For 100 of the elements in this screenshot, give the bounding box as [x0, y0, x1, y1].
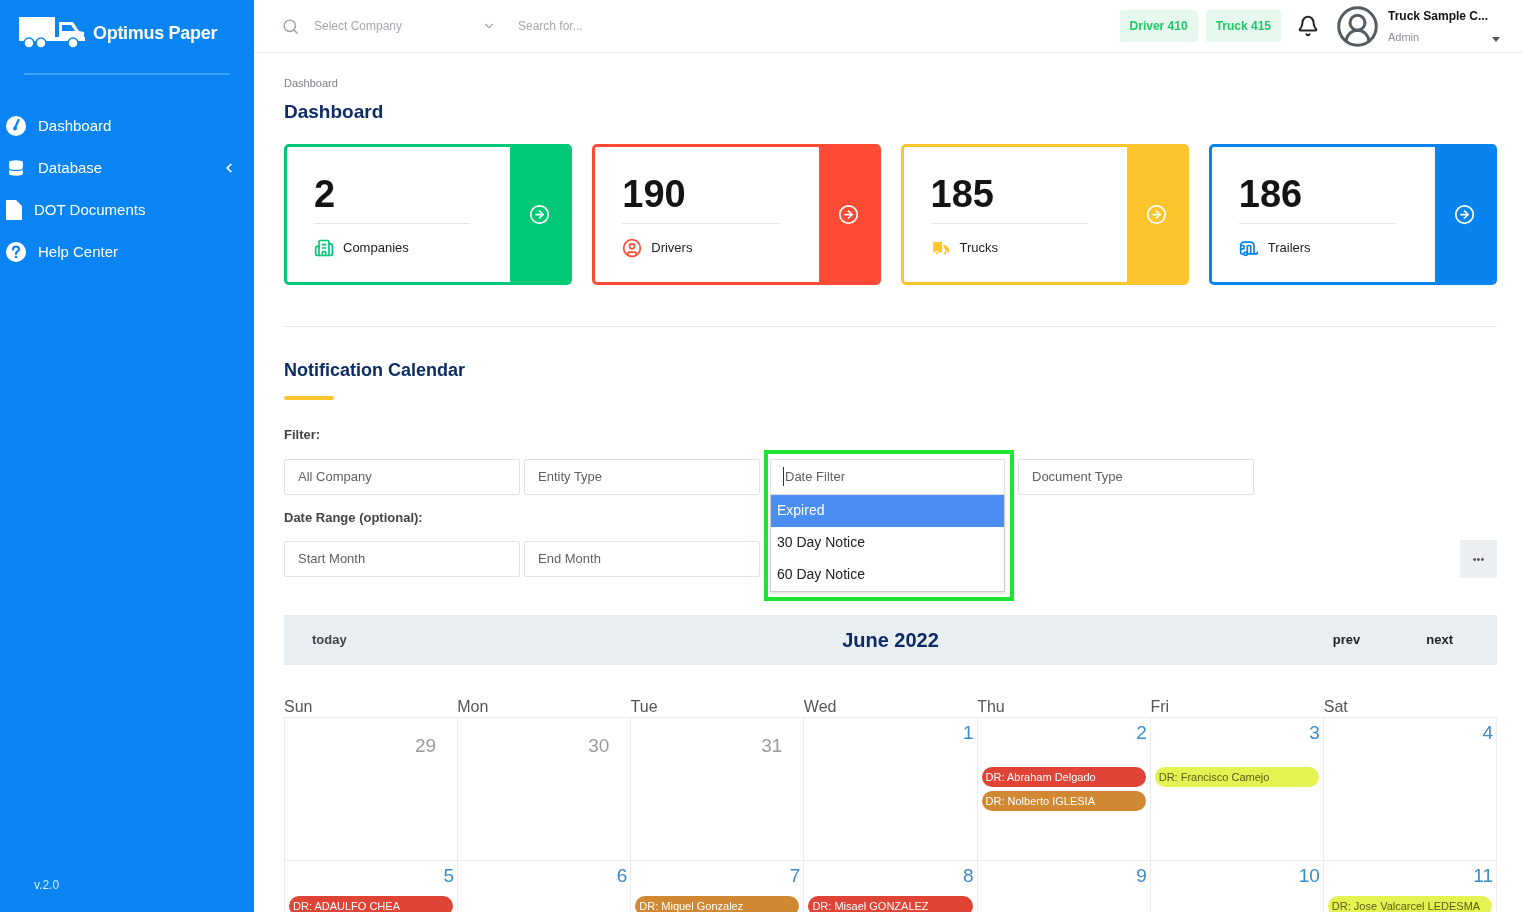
page-title: Dashboard [284, 99, 385, 124]
day-number: 11 [1473, 864, 1494, 888]
arrow-right-icon [1454, 204, 1475, 225]
day-cell[interactable]: 4 [1323, 718, 1497, 861]
stat-card[interactable]: 2 Companies [284, 144, 573, 285]
breadcrumb: Dashboard [284, 76, 339, 91]
day-cell[interactable]: 7 DR: Miquel Gonzalez [631, 861, 805, 912]
stat-side-panel[interactable] [818, 147, 878, 282]
filter-select[interactable]: Document Type [1018, 458, 1254, 495]
dropdown-option[interactable]: 60 Day Notice [771, 558, 1004, 591]
stat-label: Trucks [959, 239, 999, 258]
day-cell[interactable]: 29 [285, 718, 459, 861]
arrow-right-icon [837, 204, 859, 225]
day-number: 7 [789, 864, 802, 888]
truck-icon [930, 238, 951, 258]
sidebar-item[interactable]: Dashboard [0, 105, 254, 147]
building-icon [314, 238, 334, 258]
day-cell[interactable]: 8 DR: Misael GONZALEZ [804, 861, 978, 912]
event-chip[interactable]: DR: ADAULFO CHEA [289, 896, 454, 912]
today-button[interactable]: today [312, 630, 347, 650]
date-range-label: Date Range (optional): [284, 508, 423, 527]
day-cell[interactable]: 30 [458, 718, 632, 861]
month-field[interactable]: End Month [524, 541, 760, 577]
event-chip[interactable]: DR: Abraham Delgado [981, 767, 1146, 787]
day-cell[interactable]: 5 DR: ADAULFO CHEA [285, 861, 459, 912]
stat-value: 185 [930, 172, 995, 217]
weekday-label: Sun [284, 697, 314, 717]
database-icon [6, 158, 26, 178]
weekday-label: Sat [1323, 697, 1349, 717]
user-role: Admin [1388, 29, 1420, 45]
stat-label: Companies [343, 239, 409, 258]
day-number: 29 [415, 734, 438, 758]
avatar-icon[interactable] [1335, 3, 1380, 49]
sidebar-item[interactable]: DOT Documents [0, 189, 254, 231]
bell-icon[interactable] [1297, 15, 1319, 37]
logo-text: Optimus Paper [93, 21, 218, 45]
day-cell[interactable]: 31 [631, 718, 805, 861]
event-chip[interactable]: DR: Nolberto IGLESIA [981, 791, 1146, 811]
day-cell[interactable]: 6 [458, 861, 632, 912]
event-chip[interactable]: DR: Miquel Gonzalez [635, 896, 800, 912]
day-cell[interactable]: 10 [1150, 861, 1324, 912]
search-field[interactable]: Search for... [518, 17, 818, 35]
event-chip[interactable]: DR: Francisco Camejo [1154, 767, 1319, 787]
day-number: 8 [963, 864, 975, 888]
gauge-icon [6, 116, 26, 136]
stat-label: Drivers [651, 239, 693, 258]
filter-select[interactable]: Entity Type [524, 458, 760, 495]
stat-value: 2 [314, 172, 337, 217]
sidebar-item[interactable]: Help Center [0, 231, 254, 273]
sidebar-item[interactable]: Database [0, 147, 254, 189]
day-number: 5 [443, 864, 456, 888]
stat-value: 190 [622, 172, 687, 217]
weekday-label: Thu [977, 697, 1006, 717]
date-filter-field[interactable]: Date Filter [770, 458, 1005, 495]
caravan-icon [1238, 238, 1259, 258]
document-icon [6, 200, 22, 220]
day-cell[interactable]: 2 DR: Abraham Delgado DR: Nolberto IGLESIA [977, 718, 1151, 861]
filter-select[interactable]: All Company [284, 458, 520, 495]
weekday-label: Mon [457, 697, 490, 717]
more-button[interactable]: ••• [1460, 540, 1497, 578]
next-button[interactable]: next [1426, 630, 1453, 650]
stat-value: 186 [1238, 172, 1304, 217]
calendar-title: June 2022 [842, 628, 939, 653]
caret-icon[interactable] [1492, 36, 1500, 42]
day-number: 31 [761, 734, 784, 758]
day-cell[interactable]: 11 DR: Jose Valcarcel LEDESMA [1323, 861, 1497, 912]
day-number: 3 [1309, 721, 1321, 745]
arrow-right-icon [1145, 204, 1167, 225]
day-number: 1 [963, 721, 975, 745]
user-icon [622, 238, 643, 258]
user-name: Truck Sample C... [1388, 7, 1490, 25]
dropdown-option[interactable]: 30 Day Notice [771, 526, 1004, 559]
stat-card[interactable]: 186 Trailers [1208, 144, 1497, 285]
truck-logo-icon [19, 17, 85, 49]
section-title: Notification Calendar [284, 359, 467, 382]
day-number: 4 [1482, 721, 1494, 745]
prev-button[interactable]: prev [1332, 630, 1361, 650]
dropdown-option[interactable]: Expired [771, 494, 1004, 527]
day-cell[interactable]: 3 DR: Francisco Camejo [1150, 718, 1324, 861]
month-field[interactable]: Start Month [284, 541, 520, 577]
title-underline [284, 396, 334, 400]
event-chip[interactable]: DR: Misael GONZALEZ [808, 896, 973, 912]
day-number: 9 [1136, 864, 1148, 888]
day-number: 10 [1298, 864, 1321, 888]
stat-card[interactable]: 190 Drivers [592, 144, 881, 285]
arrow-right-icon [529, 204, 551, 225]
weekday-label: Fri [1150, 697, 1171, 717]
filter-label: Filter: [284, 426, 321, 444]
day-cell[interactable]: 1 [804, 718, 978, 861]
day-number: 6 [616, 864, 629, 888]
event-chip[interactable]: DR: Jose Valcarcel LEDESMA [1327, 896, 1492, 912]
search-icon [282, 17, 299, 35]
company-select[interactable]: Select Company [314, 17, 496, 35]
version-label: v.2.0 [33, 877, 61, 894]
day-cell[interactable]: 9 [977, 861, 1151, 912]
stat-card[interactable]: 185 Trucks [900, 144, 1189, 285]
day-number: 30 [588, 734, 611, 758]
weekday-label: Wed [803, 697, 838, 717]
day-number: 2 [1136, 721, 1148, 745]
weekday-label: Tue [630, 697, 659, 717]
